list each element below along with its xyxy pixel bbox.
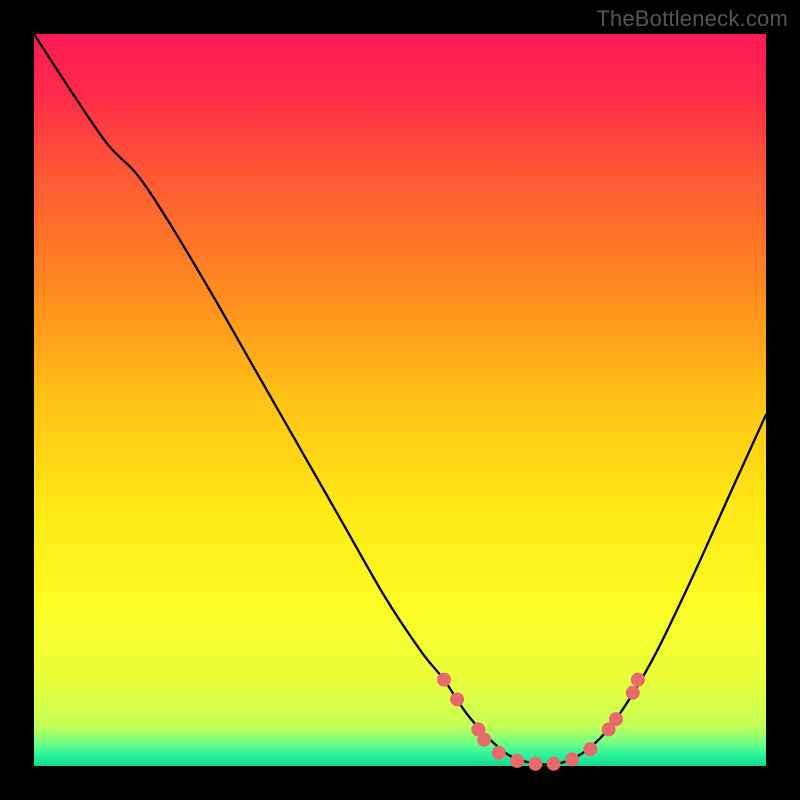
chart-frame: TheBottleneck.com <box>0 0 800 800</box>
curve-marker <box>626 686 640 700</box>
curve-marker <box>477 733 491 747</box>
curve-marker <box>437 673 451 687</box>
plot-background <box>34 34 766 766</box>
curve-marker <box>492 746 506 760</box>
curve-marker <box>528 757 542 771</box>
curve-marker <box>510 754 524 768</box>
bottleneck-chart <box>0 0 800 800</box>
curve-marker <box>631 673 645 687</box>
curve-marker <box>583 742 597 756</box>
curve-marker <box>547 757 561 771</box>
curve-marker <box>450 692 464 706</box>
curve-marker <box>565 752 579 766</box>
curve-marker <box>609 712 623 726</box>
